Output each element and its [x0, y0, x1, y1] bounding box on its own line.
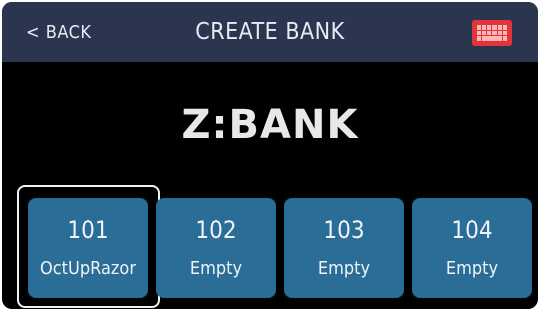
page-title: CREATE BANK	[195, 19, 345, 45]
slot-number: 104	[451, 216, 493, 244]
bank-slot-103[interactable]: 103 Empty	[284, 198, 404, 298]
slot-number: 101	[67, 216, 109, 244]
slot-name: Empty	[445, 258, 499, 279]
slot-number: 102	[195, 216, 237, 244]
header-bar: < BACK CREATE BANK	[2, 2, 538, 62]
slot-name: Empty	[317, 258, 371, 279]
slot-name: Empty	[189, 258, 243, 279]
bank-name: Z:BANK	[181, 102, 359, 148]
keyboard-icon[interactable]	[472, 20, 512, 46]
bank-slot-104[interactable]: 104 Empty	[412, 198, 532, 298]
device-screen: < BACK CREATE BANK Z:BANK 101 OctUpRazor…	[2, 2, 538, 309]
bank-slot-101[interactable]: 101 OctUpRazor	[28, 198, 148, 298]
bank-slot-102[interactable]: 102 Empty	[156, 198, 276, 298]
slot-number: 103	[323, 216, 365, 244]
slot-name: OctUpRazor	[40, 258, 136, 279]
